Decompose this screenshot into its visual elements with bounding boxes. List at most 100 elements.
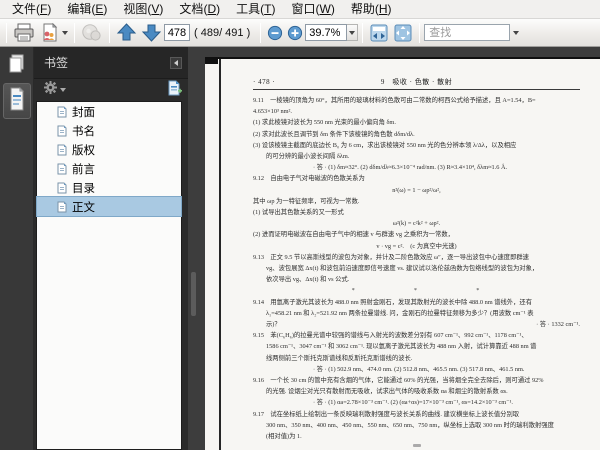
bookmark-page-icon — [57, 163, 67, 175]
printer-icon — [13, 23, 35, 43]
scan-gutter-shadow — [219, 59, 221, 450]
problem-line: vg、波包展宽 Δx(t) 和波包前沿速度即信号速度 vs. 建议试以洛伦兹函数… — [266, 265, 539, 273]
options-gear-button[interactable] — [44, 81, 66, 99]
minus-circle-icon — [267, 25, 283, 41]
problem-line: λ₁=458.21 nm 和 λ₂=521.92 nm 两条拉曼谱线. 问，金刚… — [266, 309, 534, 317]
bookmark-page-icon — [57, 106, 67, 118]
document-people-icon — [39, 22, 59, 43]
fit-width-button[interactable] — [367, 21, 391, 45]
menu-bar: 文件(F) 编辑(E) 视图(V) 文档(D) 工具(T) 窗口(W) 帮助(H… — [0, 0, 600, 19]
answer-line: · 答 · (1) αa=2.78×10⁻³ cm⁻¹. (2) (αa+αs)… — [313, 399, 513, 407]
plus-circle-icon — [287, 25, 303, 41]
bookmark-label: 目录 — [72, 182, 95, 195]
bookmark-item-cover[interactable]: 封面 — [37, 102, 181, 121]
bookmark-list: 封面 书名 版权 前言 目录 正文 — [36, 101, 182, 450]
page-number-input[interactable] — [164, 24, 190, 41]
menu-window[interactable]: 窗口(W) — [283, 0, 342, 19]
add-bookmark-button[interactable] — [166, 80, 182, 101]
problem-line: 9.17 试在坐标纸上绘制出一条反映瑞利散射强度与波长关系的曲线. 建议横坐标上… — [253, 410, 520, 418]
zoom-dropdown-caret — [349, 30, 356, 35]
bookmark-page-icon — [57, 201, 67, 213]
problem-line: 4.653×10³ nm². — [253, 108, 292, 116]
problem-line: 的光强. 设烟尘对光只有散射而无吸收，试求出气体的吸收系数 αa 和烟尘的散射系… — [266, 388, 508, 396]
document-page: · 478 · 9 吸收 · 色散 · 散射 9.11 一棱镜的顶角为 60°，… — [205, 57, 600, 450]
collapse-sidebar-button[interactable] — [170, 56, 182, 69]
formula-line: ω²(k) = c²k² + ωp². — [392, 220, 441, 228]
menu-help[interactable]: 帮助(H) — [343, 0, 400, 19]
problem-line: (相对值)为 1. — [266, 433, 302, 441]
scan-corner-artifact — [205, 59, 218, 64]
problem-line: (3) 设该棱镜主截面的底边长 B₀ 为 6 cm，求出该棱镜对 550 nm … — [253, 141, 517, 149]
formula-line: n²(ω) = 1 − ωp²/ω², — [392, 186, 441, 194]
bookmark-page-icon — [8, 86, 26, 116]
problem-line: 线两侧前三个斯托克斯谱线和反斯托克斯谱线的波长. — [266, 354, 413, 362]
toolbar-separator — [362, 22, 364, 43]
main-toolbar: ( 489/ 491 ) — [0, 19, 600, 47]
page-running-head: · 478 · 9 吸收 · 色散 · 散射 — [253, 77, 580, 87]
zoom-in-button[interactable] — [285, 21, 305, 45]
problem-line: 的可分辨的最小波长间隔 δλm. — [266, 153, 350, 161]
find-input[interactable] — [424, 24, 511, 41]
menu-edit[interactable]: 编辑(E) — [59, 0, 115, 19]
share-document-button[interactable] — [37, 21, 70, 45]
fit-width-icon — [369, 23, 389, 43]
bookmark-label: 正文 — [72, 201, 95, 214]
answer-line: · 答 · (1) δm≈32°. (2) dδm/dλ≈6.3×10⁻⁴ ra… — [313, 164, 508, 172]
comments-tool-button-disabled — [79, 21, 105, 45]
pdf-reader-window: 文件(F) 编辑(E) 视图(V) 文档(D) 工具(T) 窗口(W) 帮助(H… — [0, 0, 600, 450]
answer-right: · 答 · 1332 cm⁻¹. — [536, 321, 580, 329]
previous-page-button[interactable] — [114, 21, 139, 45]
panel-tab-strip — [0, 47, 34, 450]
bookmarks-panel-tab[interactable] — [3, 83, 31, 119]
problem-line: 依次导出 vg、Δx(t) 和 vs 公式. — [266, 276, 350, 284]
gear-icon — [44, 81, 57, 99]
menu-document[interactable]: 文档(D) — [171, 0, 228, 19]
menu-file[interactable]: 文件(F) — [4, 0, 59, 19]
menu-tools[interactable]: 工具(T) — [228, 0, 283, 19]
problem-line: 9.16 一个长 30 cm 的管中充有含烟的气体，它能通过 60% 的光强，当… — [253, 377, 544, 385]
print-button[interactable] — [11, 21, 37, 45]
sidebar-splitter-handle[interactable] — [191, 272, 196, 316]
page-footer-mark — [412, 444, 421, 448]
problem-line: 9.11 一棱镜的顶角为 60°，其所用的玻璃材料的色散可由二常数的柯西公式给予… — [253, 97, 536, 104]
workspace: 书签 封面 书名 版权 前言 目录 正文 · 478 · 9 吸收 · 色散 ·… — [0, 47, 600, 450]
problem-line: (2) 进而证明电磁波在自由电子气中的相速 v 与群速 vg 之乘积为一常数， — [253, 231, 454, 239]
next-page-button[interactable] — [139, 21, 164, 45]
sidebar-header: 书签 — [34, 47, 188, 79]
find-dropdown-caret[interactable] — [513, 30, 520, 35]
bookmark-label: 书名 — [72, 125, 95, 138]
problem-line: 9.13 正文 9.5 节以高斯线型的波包为对象，并计及二阶色散效应 ω″，逐一… — [253, 253, 529, 261]
pages-icon — [8, 54, 26, 79]
problem-line: 9.14 用氩离子激光其波长为 488.0 nm 照射金刚石，发现其散射光的波长… — [253, 298, 532, 306]
bookmark-page-icon — [57, 182, 67, 194]
toolbar-separator — [419, 22, 421, 43]
problem-line: (2) 求对此波长且调节到 δm 条件下该棱镜的角色散 dδm/dλ. — [253, 130, 415, 138]
section-separator: * * * — [351, 287, 482, 295]
bookmark-label: 版权 — [72, 144, 95, 157]
zoom-out-button[interactable] — [265, 21, 285, 45]
problem-line: 其中 ωp 为一特征频率，可视为一常数. — [253, 197, 360, 205]
zoom-level-input[interactable] — [305, 24, 348, 41]
bookmark-item-title[interactable]: 书名 — [37, 121, 181, 140]
fit-page-icon — [393, 23, 413, 43]
find-group — [424, 24, 520, 41]
bookmark-item-body-selected[interactable]: 正文 — [36, 196, 182, 217]
chapter-title: 9 吸收 · 色散 · 散射 — [380, 78, 453, 86]
bookmark-label: 封面 — [72, 106, 95, 119]
fit-page-button[interactable] — [391, 21, 415, 45]
problem-line: 9.12 自由电子气对电磁波的色散关系为 — [253, 175, 365, 183]
bookmark-item-copyright[interactable]: 版权 — [37, 140, 181, 159]
menu-view[interactable]: 视图(V) — [115, 0, 171, 19]
zoom-dropdown-button[interactable] — [347, 24, 359, 41]
answer-line: · 答 · (1) 502.9 nm、474.0 nm. (2) 512.8 n… — [313, 365, 525, 373]
down-arrow-icon — [141, 22, 162, 43]
problem-line: (1) 求此棱镜对波长为 550 nm 光束的最小偏向角 δm. — [253, 119, 396, 127]
disabled-chat-bubbles-icon — [81, 23, 103, 43]
share-dropdown-caret[interactable] — [62, 30, 68, 35]
bookmark-page-icon — [57, 125, 67, 137]
bookmark-item-preface[interactable]: 前言 — [37, 159, 181, 178]
bookmark-item-toc[interactable]: 目录 — [37, 178, 181, 197]
page-count-label: ( 489/ 491 ) — [194, 26, 251, 39]
toolbar-separator — [109, 22, 110, 43]
pages-panel-tab[interactable] — [3, 53, 31, 79]
